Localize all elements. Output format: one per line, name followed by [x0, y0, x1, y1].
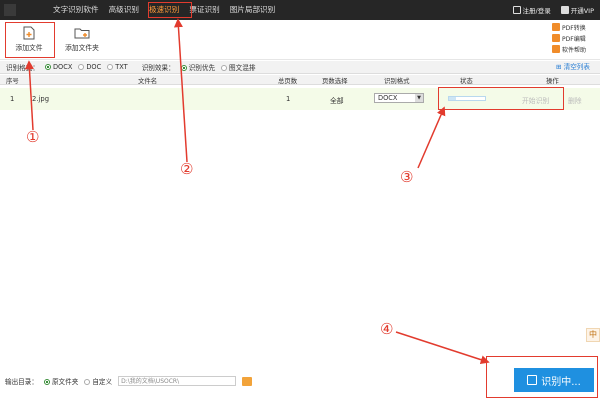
chevron-down-icon: ▼ — [415, 94, 423, 102]
pdf-convert-button[interactable]: PDF转换 — [552, 22, 596, 32]
progress-bar — [448, 96, 486, 101]
row-filename: 2.jpg — [32, 95, 50, 103]
tab-partial-ocr[interactable]: 图片局部识别 — [225, 0, 281, 20]
progress-fill — [449, 97, 457, 100]
arrow-4 — [395, 331, 490, 365]
pdf-convert-icon — [552, 23, 560, 31]
marker-2: ② — [180, 160, 194, 178]
radio-custom[interactable] — [84, 379, 91, 385]
col-index: 序号 — [6, 77, 19, 85]
options-bar: 识别格式： DOCX DOC TXT 识别效果： 识别优先 图文混排 ⊞ 清空列… — [0, 61, 600, 74]
radio-doc[interactable] — [78, 64, 85, 70]
output-path-input[interactable]: D:\我的文档\USOCR\ — [118, 376, 237, 386]
clear-list-button[interactable]: ⊞ 清空列表 — [556, 61, 590, 71]
main-nav: 文字识别软件 高级识别 极速识别 票证识别 图片局部识别 — [48, 0, 280, 20]
ocr-icon — [527, 375, 538, 385]
format-select[interactable]: DOCX ▼ — [374, 93, 424, 103]
pdf-edit-button[interactable]: PDF编辑 — [552, 33, 596, 43]
col-pages: 总页数 — [278, 77, 298, 85]
add-folder-icon — [74, 28, 90, 39]
browse-folder-icon[interactable] — [242, 376, 253, 386]
radio-priority[interactable] — [180, 65, 187, 71]
user-icon — [512, 6, 521, 14]
add-file-label: 添加文件 — [15, 44, 43, 52]
add-folder-label: 添加文件夹 — [65, 44, 99, 52]
row-page-select[interactable]: 全部 — [330, 95, 344, 105]
col-page-select: 页数选择 — [322, 77, 348, 85]
tab-ticket-ocr[interactable]: 票证识别 — [184, 0, 224, 20]
radio-docx[interactable] — [44, 64, 51, 70]
add-file-icon — [23, 26, 35, 40]
effect-label: 识别效果： — [141, 64, 175, 72]
table-header: 序号 文件名 总页数 页数选择 识别格式 状态 操作 — [0, 75, 600, 85]
start-recognition-button[interactable]: 识别中... — [514, 368, 594, 392]
output-label: 输出目录： — [5, 378, 38, 386]
arrow-3 — [417, 106, 446, 169]
radio-txt[interactable] — [107, 64, 114, 70]
tab-fast-ocr[interactable]: 极速识别 — [144, 0, 184, 20]
col-filename: 文件名 — [138, 77, 158, 85]
pdf-edit-icon — [552, 34, 560, 42]
marker-3: ③ — [400, 168, 414, 186]
radio-original[interactable] — [43, 379, 50, 385]
ime-indicator[interactable]: 中 — [586, 328, 600, 342]
format-label: 识别格式： — [6, 64, 39, 72]
login-link[interactable]: 注册/登录 — [512, 5, 551, 15]
format-txt[interactable]: TXT — [107, 63, 128, 71]
row-pages: 1 — [286, 95, 291, 103]
radio-mixed[interactable] — [221, 65, 228, 71]
col-status: 状态 — [460, 77, 473, 85]
table-row[interactable]: 1 2.jpg 1 全部 DOCX ▼ 开始识别 删除 — [0, 88, 600, 110]
vip-icon — [560, 6, 569, 14]
side-buttons: PDF转换 PDF编辑 软件帮助 — [552, 22, 596, 55]
marker-4: ④ — [380, 320, 394, 338]
effect-priority[interactable]: 识别优先 — [180, 62, 215, 72]
account-area: 注册/登录 开通VIP — [512, 0, 594, 20]
delete-button[interactable]: 删除 — [568, 95, 582, 105]
output-original[interactable]: 原文件夹 — [43, 376, 78, 386]
start-ocr-button[interactable]: 开始识别 — [522, 95, 549, 105]
col-action: 操作 — [546, 77, 559, 85]
app-logo — [4, 4, 16, 16]
tab-advanced-ocr[interactable]: 高级识别 — [104, 0, 144, 20]
format-docx[interactable]: DOCX — [44, 63, 72, 71]
row-index: 1 — [10, 95, 15, 103]
col-format: 识别格式 — [384, 77, 410, 85]
vip-link[interactable]: 开通VIP — [560, 5, 594, 15]
output-custom[interactable]: 自定义 — [84, 376, 112, 386]
add-file-button[interactable]: 添加文件 — [4, 24, 54, 58]
add-folder-button[interactable]: 添加文件夹 — [57, 24, 107, 58]
annotation-arrows — [24, 18, 490, 365]
output-bar: 输出目录： 原文件夹 自定义 D:\我的文档\USOCR\ — [0, 374, 600, 388]
marker-1: ① — [26, 128, 40, 146]
effect-mixed[interactable]: 图文混排 — [221, 62, 255, 72]
format-doc[interactable]: DOC — [78, 63, 101, 71]
help-button[interactable]: 软件帮助 — [552, 44, 596, 54]
tab-text-ocr[interactable]: 文字识别软件 — [48, 0, 104, 20]
title-bar: 文字识别软件 高级识别 极速识别 票证识别 图片局部识别 注册/登录 开通VIP — [0, 0, 600, 20]
help-icon — [552, 45, 560, 53]
toolbar: 添加文件 添加文件夹 — [0, 20, 600, 60]
